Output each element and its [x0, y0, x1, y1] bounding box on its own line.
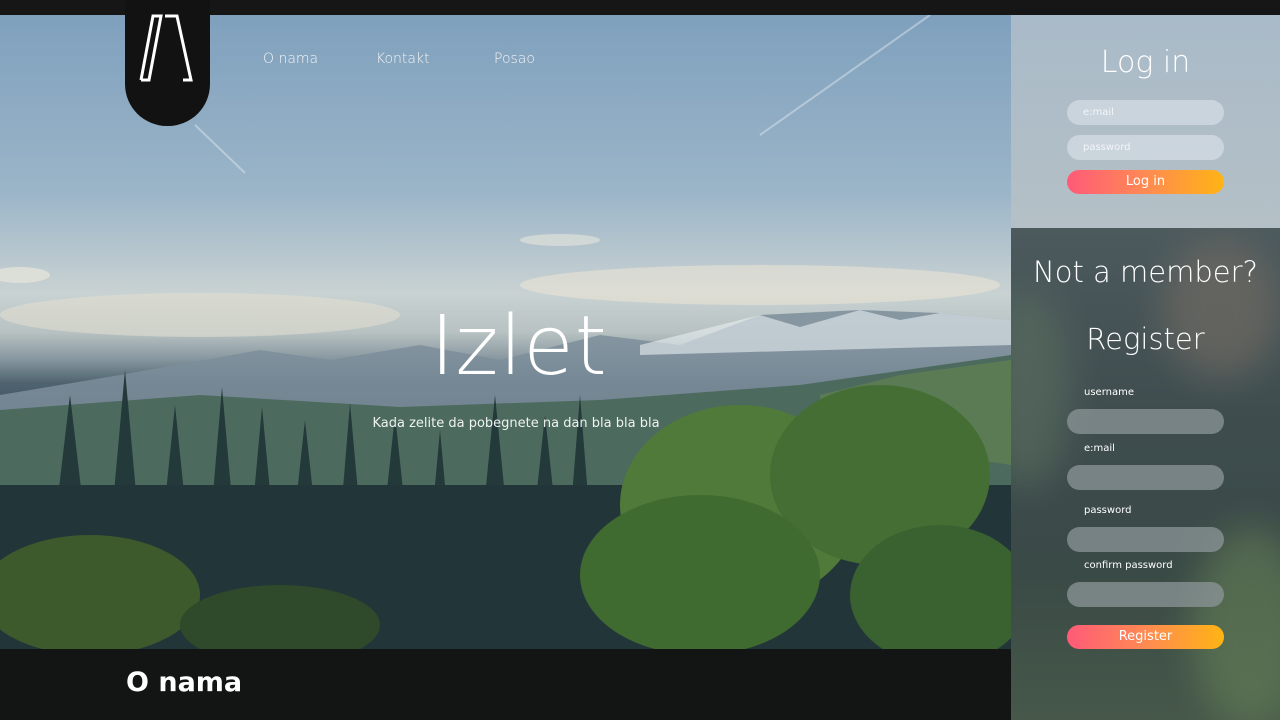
logo-badge[interactable]: [125, 0, 210, 126]
register-email-input[interactable]: [1067, 465, 1224, 490]
register-title: Register: [1086, 322, 1205, 356]
confirm-password-label: confirm password: [1084, 560, 1173, 571]
nav-link-posao[interactable]: Posao: [494, 51, 535, 67]
register-button[interactable]: Register: [1067, 625, 1224, 649]
login-password-input[interactable]: [1067, 135, 1224, 160]
blur-shape: [1011, 288, 1071, 488]
register-password-input[interactable]: [1067, 527, 1224, 552]
login-email-input[interactable]: [1067, 100, 1224, 125]
password-label: password: [1084, 505, 1132, 516]
not-member-heading: Not a member?: [1033, 255, 1258, 289]
register-username-input[interactable]: [1067, 409, 1224, 434]
blur-shape: [1191, 528, 1280, 720]
register-panel: Not a member? Register username e:mail p…: [1011, 228, 1280, 720]
username-label: username: [1084, 387, 1134, 398]
hero-subtitle: Kada zelite da pobegnete na dan bla bla …: [372, 416, 660, 431]
register-confirm-password-input[interactable]: [1067, 582, 1224, 607]
nav-link-kontakt[interactable]: Kontakt: [376, 51, 430, 67]
hero-title: Izlet: [430, 299, 608, 394]
logo-icon: [139, 14, 193, 82]
login-button[interactable]: Log in: [1067, 170, 1224, 194]
email-label: e:mail: [1084, 443, 1115, 454]
section-title: O nama: [126, 667, 243, 698]
login-title: Log in: [1100, 45, 1191, 80]
nav-link-o-nama[interactable]: O nama: [263, 51, 318, 67]
login-panel: Log in Log in: [1011, 15, 1280, 228]
